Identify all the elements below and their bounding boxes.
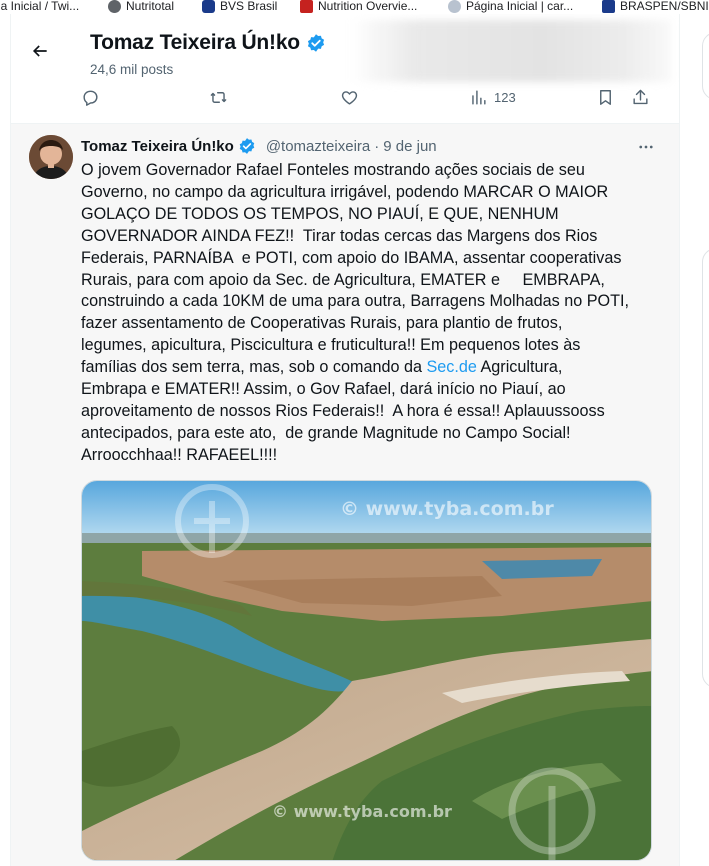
tweet-image[interactable]: © www.tyba.com.br © www.tyba.com.br	[81, 480, 652, 861]
tweet-header: Tomaz Teixeira Ún!ko @tomazteixeira · 9 …	[81, 137, 437, 155]
verified-badge-icon	[239, 138, 255, 154]
blurred-banner	[351, 20, 671, 82]
reply-button[interactable]	[81, 88, 100, 107]
views-chart-icon	[472, 90, 486, 105]
bookmark-icon	[600, 90, 611, 105]
tweet-date[interactable]: 9 de jun	[383, 138, 436, 155]
aerial-river-photo: © www.tyba.com.br © www.tyba.com.br	[82, 481, 651, 860]
repost-button[interactable]	[209, 88, 228, 107]
verified-badge-icon	[307, 34, 325, 52]
author-name[interactable]: Tomaz Teixeira Ún!ko	[81, 138, 234, 155]
bookmark-pagina-inicial-label: Página Inicial | car...	[466, 0, 574, 13]
tweet-text-part-1: O jovem Governador Rafael Fonteles mostr…	[81, 161, 629, 377]
tweet-text: O jovem Governador Rafael Fonteles mostr…	[81, 160, 657, 467]
avatar-photo	[29, 135, 73, 179]
bookmark-pagina-inicial[interactable]: Página Inicial | car...	[448, 0, 573, 14]
sidebar-card	[702, 248, 709, 688]
bookmark-twitter-label: na Inicial / Twi...	[0, 0, 80, 13]
reply-icon	[83, 90, 98, 106]
bookmark-button[interactable]	[596, 88, 615, 107]
avatar[interactable]	[29, 135, 73, 179]
separator: ·	[374, 137, 380, 155]
more-horizontal-icon	[639, 145, 653, 149]
bookmark-braspen[interactable]: BRASPEN/SBNI	[602, 0, 709, 14]
views-count: 123	[494, 90, 516, 105]
braspen-icon	[602, 0, 615, 13]
bookmark-bvs[interactable]: BVS Brasil	[202, 0, 277, 14]
header-name: Tomaz Teixeira Ún!ko	[90, 31, 300, 54]
more-options-button[interactable]	[635, 136, 657, 158]
bookmark-nutritotal-label: Nutritotal	[126, 0, 175, 13]
tweet-link[interactable]: Sec.de	[427, 358, 477, 376]
header-title: Tomaz Teixeira Ún!ko	[90, 31, 326, 55]
views-button[interactable]: 123	[469, 88, 516, 107]
tweet[interactable]: Tomaz Teixeira Ún!ko @tomazteixeira · 9 …	[11, 124, 679, 866]
image-watermark-bottom: © www.tyba.com.br	[272, 802, 452, 821]
bookmark-bvs-label: BVS Brasil	[220, 0, 278, 13]
bookmark-braspen-label: BRASPEN/SBNI	[620, 0, 709, 13]
share-icon	[633, 89, 648, 105]
author-handle[interactable]: @tomazteixeira	[266, 138, 370, 155]
bookmark-nutritotal[interactable]: Nutritotal	[108, 0, 174, 14]
bookmark-twitter[interactable]: na Inicial / Twi...	[0, 0, 79, 14]
bookmarks-bar: na Inicial / Twi... Nutritotal BVS Brasi…	[0, 0, 709, 14]
heart-icon	[341, 91, 358, 105]
previous-tweet-actions: 123	[11, 84, 679, 124]
back-button[interactable]	[25, 36, 55, 66]
nutrition-icon	[300, 0, 313, 13]
bookmark-nutrition[interactable]: Nutrition Overvie...	[300, 0, 417, 14]
sidebar-card-top	[702, 32, 709, 100]
bvs-icon	[202, 0, 215, 13]
repost-icon	[210, 92, 227, 103]
like-button[interactable]	[340, 88, 359, 107]
arrow-left-icon	[32, 45, 47, 57]
globe-icon	[108, 0, 121, 13]
image-watermark-top: © www.tyba.com.br	[340, 498, 554, 520]
bookmark-nutrition-label: Nutrition Overvie...	[318, 0, 418, 13]
main-column: Tomaz Teixeira Ún!ko 24,6 mil posts 123	[10, 14, 680, 866]
shield-icon	[448, 0, 461, 13]
share-button[interactable]	[631, 88, 650, 107]
posts-count: 24,6 mil posts	[90, 62, 174, 77]
profile-header: Tomaz Teixeira Ún!ko 24,6 mil posts	[11, 14, 679, 84]
